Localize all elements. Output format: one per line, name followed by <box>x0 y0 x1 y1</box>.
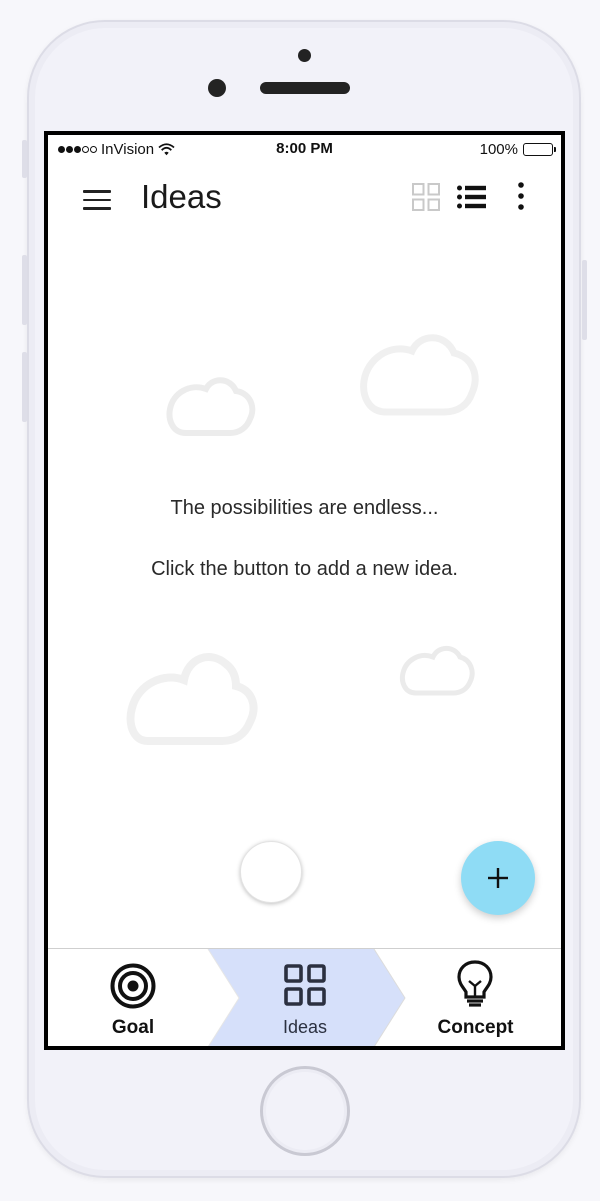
more-vert-icon[interactable] <box>516 181 526 211</box>
empty-state-title: The possibilities are endless... <box>170 497 439 519</box>
cloud-illustration <box>126 653 258 745</box>
phone-screen: InVision 8:00 PM 100% Ideas The possibil… <box>44 131 565 1050</box>
nav-item-goal[interactable]: Goal <box>48 949 218 1046</box>
empty-state-hint: Click the button to add a new idea. <box>151 558 458 580</box>
nav-label-ideas: Ideas <box>282 1017 328 1037</box>
nav-label-concept: Concept <box>437 1017 514 1038</box>
add-idea-button[interactable] <box>461 841 535 915</box>
target-icon <box>110 963 156 1009</box>
proximity-sensor <box>298 49 311 62</box>
list-view-icon[interactable] <box>457 185 487 209</box>
battery-percent: 100% <box>479 141 518 158</box>
app-screen: InVision 8:00 PM 100% Ideas The possibil… <box>48 135 561 1046</box>
front-camera <box>208 79 226 97</box>
home-button[interactable] <box>260 1066 350 1156</box>
touch-indicator <box>240 841 302 903</box>
battery-icon <box>523 143 556 156</box>
menu-icon[interactable] <box>83 190 111 210</box>
app-bar: Ideas <box>48 165 561 237</box>
volume-up-button <box>22 255 27 325</box>
mute-switch <box>22 140 27 178</box>
lightbulb-icon <box>457 960 493 1007</box>
cloud-illustration <box>166 377 256 436</box>
page-title: Ideas <box>141 178 222 215</box>
cloud-illustration <box>399 645 475 696</box>
status-bar: InVision 8:00 PM 100% <box>48 135 561 165</box>
plus-icon <box>488 868 508 888</box>
cloud-illustration <box>360 334 479 416</box>
nav-item-concept[interactable]: Concept <box>390 949 561 1046</box>
volume-down-button <box>22 352 27 422</box>
power-button <box>582 260 587 340</box>
grid-icon <box>284 964 326 1006</box>
earpiece-speaker <box>260 82 350 94</box>
grid-view-icon[interactable] <box>412 183 440 211</box>
battery-status: 100% <box>479 141 556 158</box>
nav-label-goal: Goal <box>111 1017 155 1038</box>
nav-item-ideas[interactable]: Ideas <box>220 949 390 1046</box>
bottom-navigation: Goal Ideas Concept <box>48 948 561 1046</box>
